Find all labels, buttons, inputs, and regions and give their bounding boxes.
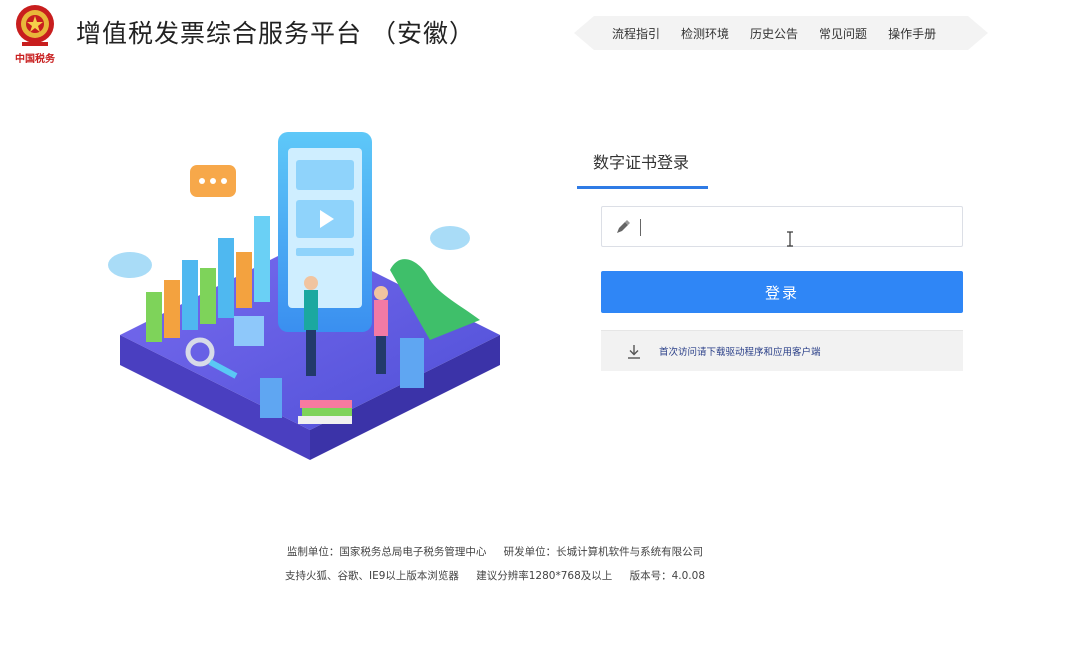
hero-illustration [108, 132, 500, 460]
nav-item-history-notices[interactable]: 历史公告 [750, 25, 798, 42]
footer-resolution: 建议分辨率1280*768及以上 [476, 570, 613, 582]
books-icon [300, 400, 352, 408]
download-text: 首次访问请下载驱动程序和应用客户端 [659, 347, 821, 358]
download-icon [628, 345, 640, 359]
page-title: 增值税发票综合服务平台 （安徽） [76, 19, 475, 48]
footer-supervisor: 监制单位：国家税务总局电子税务管理中心 [286, 546, 487, 558]
header: 中国税务 增值税发票综合服务平台 （安徽） 流程指引 检测环境 历史公告 常见问… [0, 0, 1080, 72]
pen-icon [617, 220, 630, 233]
login-button[interactable]: 登录 [601, 271, 963, 313]
tab-digital-certificate-login[interactable]: 数字证书登录 [593, 149, 689, 173]
cloud-icon [430, 226, 470, 250]
footer-browser-support: 支持火狐、谷歌、IE9以上版本浏览器 [284, 570, 459, 582]
nav-item-manual[interactable]: 操作手册 [888, 25, 936, 42]
pin-input[interactable] [644, 213, 944, 241]
footer-version: 版本号：4.0.08 [629, 570, 706, 582]
nav-item-faq[interactable]: 常见问题 [819, 25, 867, 42]
footer-developer: 研发单位：长城计算机软件与系统有限公司 [503, 546, 704, 558]
nav-item-process-guide[interactable]: 流程指引 [612, 25, 660, 42]
ibeam-cursor-icon [787, 231, 793, 247]
tax-emblem-logo: 中国税务 [15, 5, 56, 65]
footer: 监制单位：国家税务总局电子税务管理中心 研发单位：长城计算机软件与系统有限公司 … [0, 540, 990, 588]
top-nav: 流程指引 检测环境 历史公告 常见问题 操作手册 [574, 16, 988, 50]
tab-active-indicator [577, 186, 708, 189]
pin-field[interactable] [601, 206, 963, 247]
cloud-icon [108, 252, 152, 278]
svg-text:中国税务: 中国税务 [15, 52, 56, 65]
driver-download-link[interactable]: 首次访问请下载驱动程序和应用客户端 [601, 330, 963, 371]
nav-item-check-environment[interactable]: 检测环境 [681, 25, 729, 42]
text-caret [640, 219, 641, 236]
